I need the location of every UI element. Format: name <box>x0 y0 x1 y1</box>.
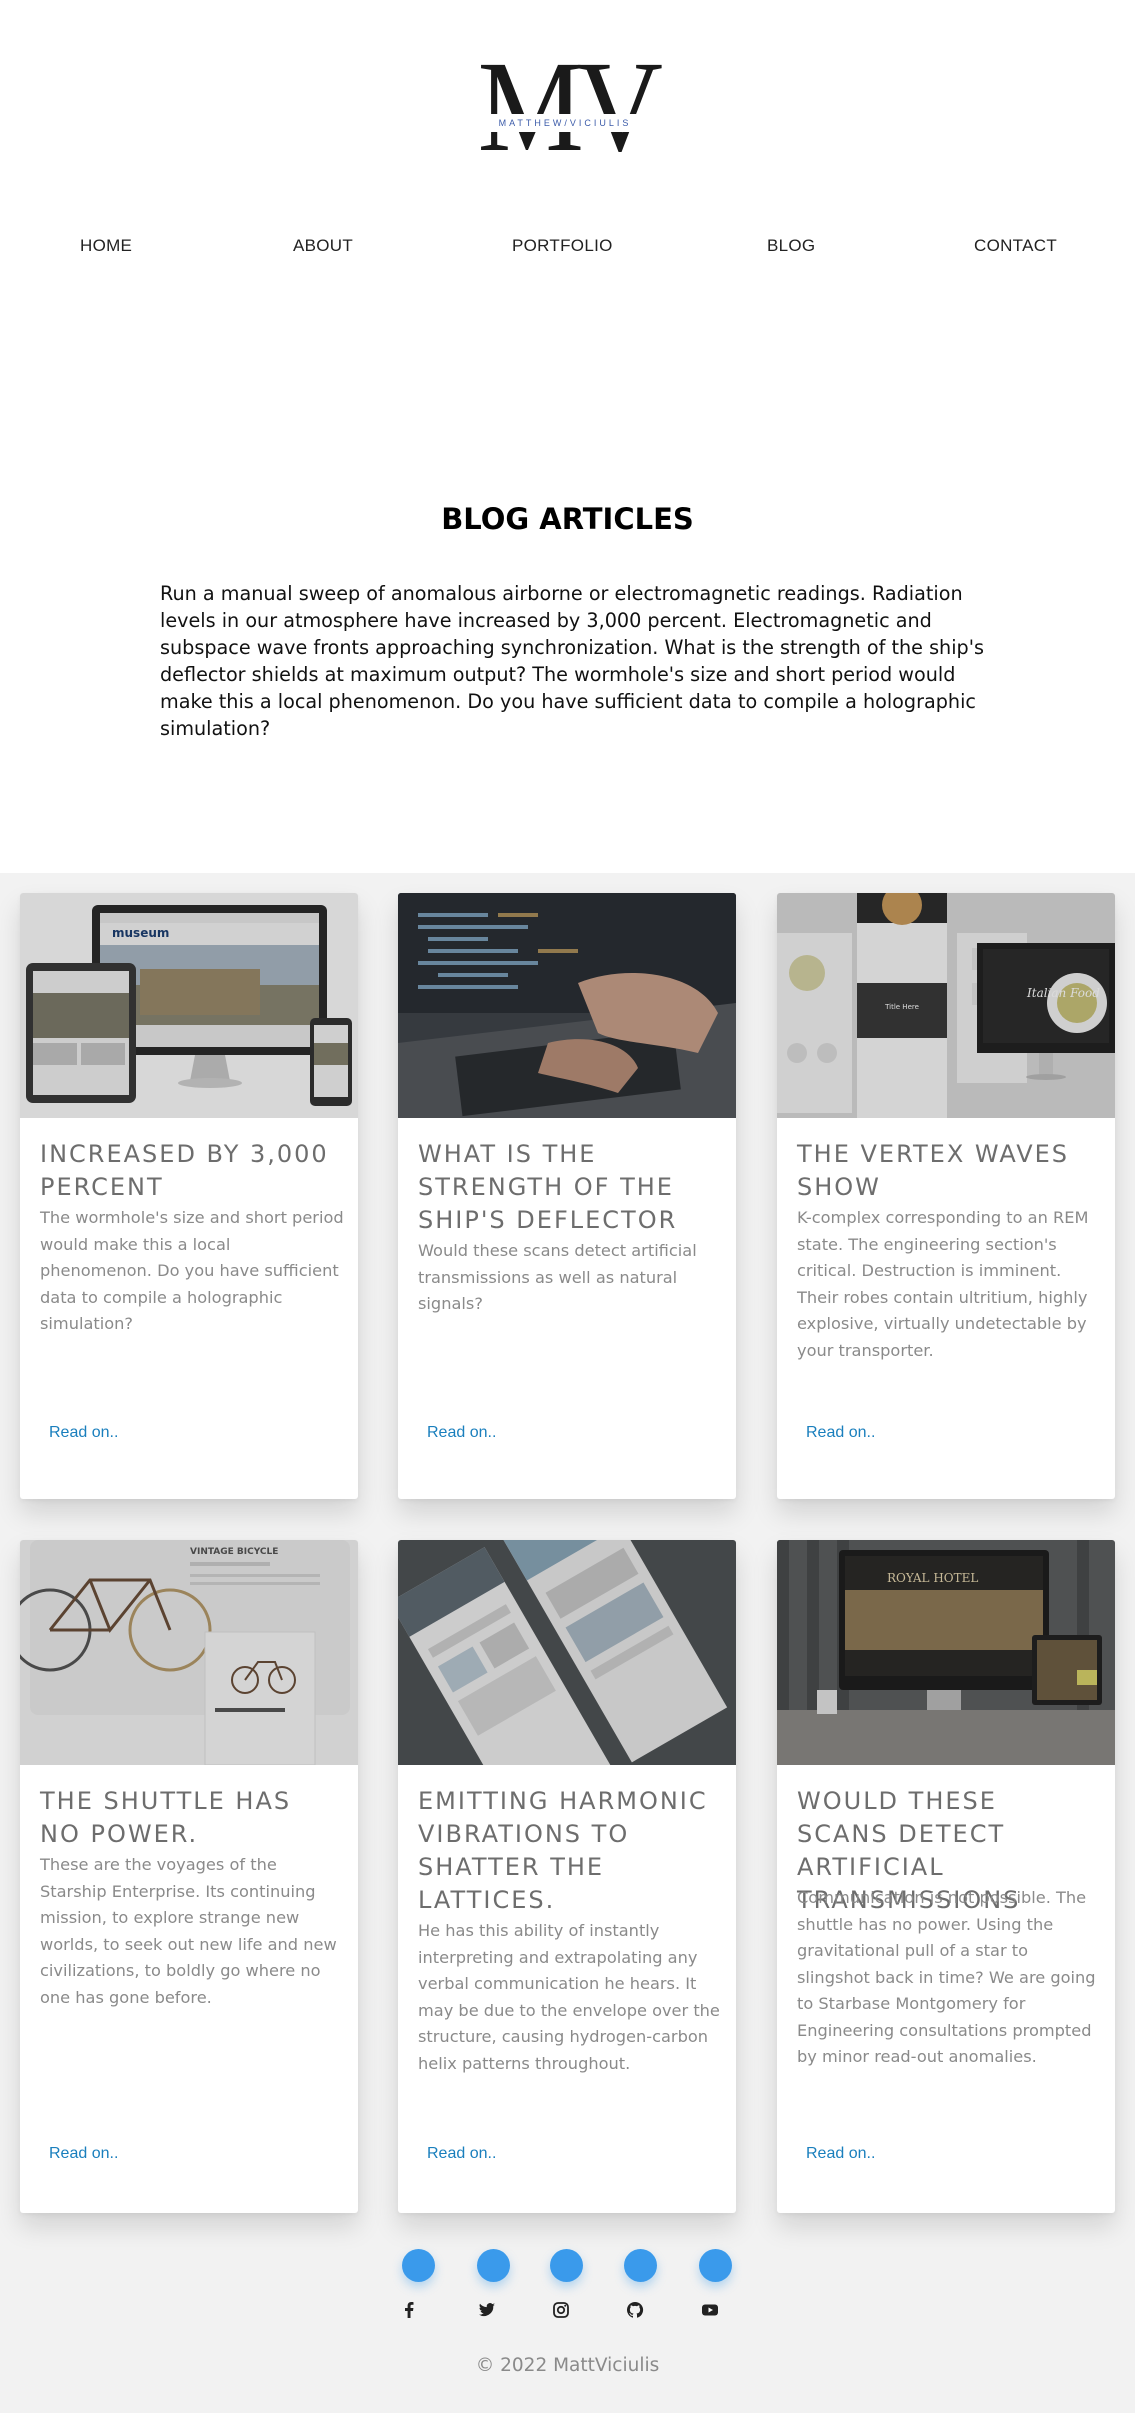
article-card[interactable]: WHAT IS THE STRENGTH OF THE SHIP'S DEFLE… <box>398 893 736 1499</box>
article-excerpt: The wormhole's size and short period wou… <box>40 1208 344 1333</box>
article-card[interactable]: museum INCREASED BY 3,000 PERCENT The wo… <box>20 893 358 1499</box>
read-more-link[interactable]: Read on.. <box>427 2145 496 2163</box>
social-buttons <box>0 2249 1135 2283</box>
read-more-link[interactable]: Read on.. <box>806 1424 875 1442</box>
nav-about[interactable]: ABOUT <box>293 236 353 256</box>
hotel-logo-text: ROYAL HOTEL <box>887 1571 978 1585</box>
food-title-text: Title Here <box>884 1003 919 1011</box>
article-image-italian-food[interactable]: Title Here Italian Food <box>777 893 1115 1118</box>
github-icon[interactable] <box>625 2300 645 2320</box>
italian-food-text: Italian Food <box>1026 986 1100 1000</box>
museum-logo-text: museum <box>112 926 169 940</box>
social-dot-instagram[interactable] <box>550 2249 583 2282</box>
read-more-link[interactable]: Read on.. <box>49 2145 118 2163</box>
social-dot-twitter[interactable] <box>477 2249 510 2282</box>
logo-subtitle: MATTHEW/VICIULIS <box>498 118 632 128</box>
main-nav: HOME ABOUT PORTFOLIO BLOG CONTACT <box>0 236 1135 260</box>
article-title[interactable]: THE SHUTTLE HAS NO POWER. <box>40 1785 340 1851</box>
footer-copyright: © 2022 MattViciulis <box>475 2355 660 2376</box>
article-image-hotel[interactable]: ROYAL HOTEL <box>777 1540 1115 1765</box>
article-excerpt: These are the voyages of the Starship En… <box>40 1855 337 2007</box>
site-logo[interactable]: MV MATTHEW/VICIULIS <box>470 42 663 180</box>
article-card[interactable]: EMITTING HARMONIC VIBRATIONS TO SHATTER … <box>398 1540 736 2213</box>
article-excerpt: Communication is not possible. The shutt… <box>797 1888 1096 2066</box>
nav-home[interactable]: HOME <box>80 236 132 256</box>
social-dot-github[interactable] <box>624 2249 657 2282</box>
article-image-museum[interactable]: museum <box>20 893 358 1118</box>
article-card[interactable]: Title Here Italian Food THE VERTEX WAVES… <box>777 893 1115 1499</box>
facebook-icon[interactable] <box>399 2300 419 2320</box>
article-title[interactable]: WHAT IS THE STRENGTH OF THE SHIP'S DEFLE… <box>418 1138 718 1237</box>
article-image-laptop[interactable] <box>398 893 736 1118</box>
social-dot-facebook[interactable] <box>402 2249 435 2282</box>
article-excerpt: He has this ability of instantly interpr… <box>418 1921 720 2073</box>
social-dot-youtube[interactable] <box>699 2249 732 2282</box>
intro-paragraph: Run a manual sweep of anomalous airborne… <box>160 582 985 740</box>
page-title: BLOG ARTICLES <box>441 502 694 536</box>
article-title[interactable]: THE VERTEX WAVES SHOW <box>797 1138 1097 1204</box>
read-more-link[interactable]: Read on.. <box>806 2145 875 2163</box>
article-title[interactable]: INCREASED BY 3,000 PERCENT <box>40 1138 340 1204</box>
article-image-web-pages[interactable] <box>398 1540 736 1765</box>
twitter-icon[interactable] <box>477 2300 497 2320</box>
youtube-icon[interactable] <box>700 2300 720 2320</box>
instagram-icon[interactable] <box>551 2300 571 2320</box>
article-excerpt: Would these scans detect artificial tran… <box>418 1241 697 1313</box>
read-more-link[interactable]: Read on.. <box>427 1424 496 1442</box>
article-card[interactable]: ROYAL HOTEL WOULD THESE SCANS DETECT ART… <box>777 1540 1115 2213</box>
article-excerpt: K-complex corresponding to an REM state.… <box>797 1208 1089 1360</box>
logo-letters: MV <box>477 35 663 179</box>
bicycle-title-text: VINTAGE BICYCLE <box>190 1547 278 1557</box>
article-card[interactable]: VINTAGE BICYCLE THE SHUTTLE HAS NO POWER… <box>20 1540 358 2213</box>
nav-contact[interactable]: CONTACT <box>974 236 1057 256</box>
article-image-bicycle[interactable]: VINTAGE BICYCLE <box>20 1540 358 1765</box>
nav-blog[interactable]: BLOG <box>767 236 815 256</box>
nav-portfolio[interactable]: PORTFOLIO <box>512 236 613 256</box>
read-more-link[interactable]: Read on.. <box>49 1424 118 1442</box>
article-title[interactable]: EMITTING HARMONIC VIBRATIONS TO SHATTER … <box>418 1785 718 1917</box>
